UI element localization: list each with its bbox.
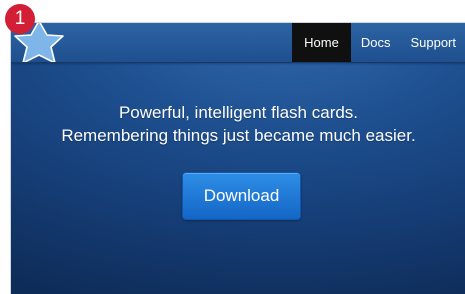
nav-home-link[interactable]: Home [292,23,351,62]
hero-tagline: Powerful, intelligent flash cards. Remem… [11,101,465,147]
tagline-line-1: Powerful, intelligent flash cards. [118,103,359,122]
step-number-badge: 1 [5,4,35,34]
nav-docs-link[interactable]: Docs [351,23,401,62]
website-screenshot: Home Docs Support Powerful, intelligent … [10,22,465,294]
navbar: Home Docs Support [11,23,465,64]
nav-support-link[interactable]: Support [400,23,465,62]
nav-links: Home Docs Support [292,23,465,62]
tagline-line-2: Remembering things just became much easi… [61,126,416,145]
download-button[interactable]: Download [182,172,301,220]
step-number: 1 [14,8,26,29]
